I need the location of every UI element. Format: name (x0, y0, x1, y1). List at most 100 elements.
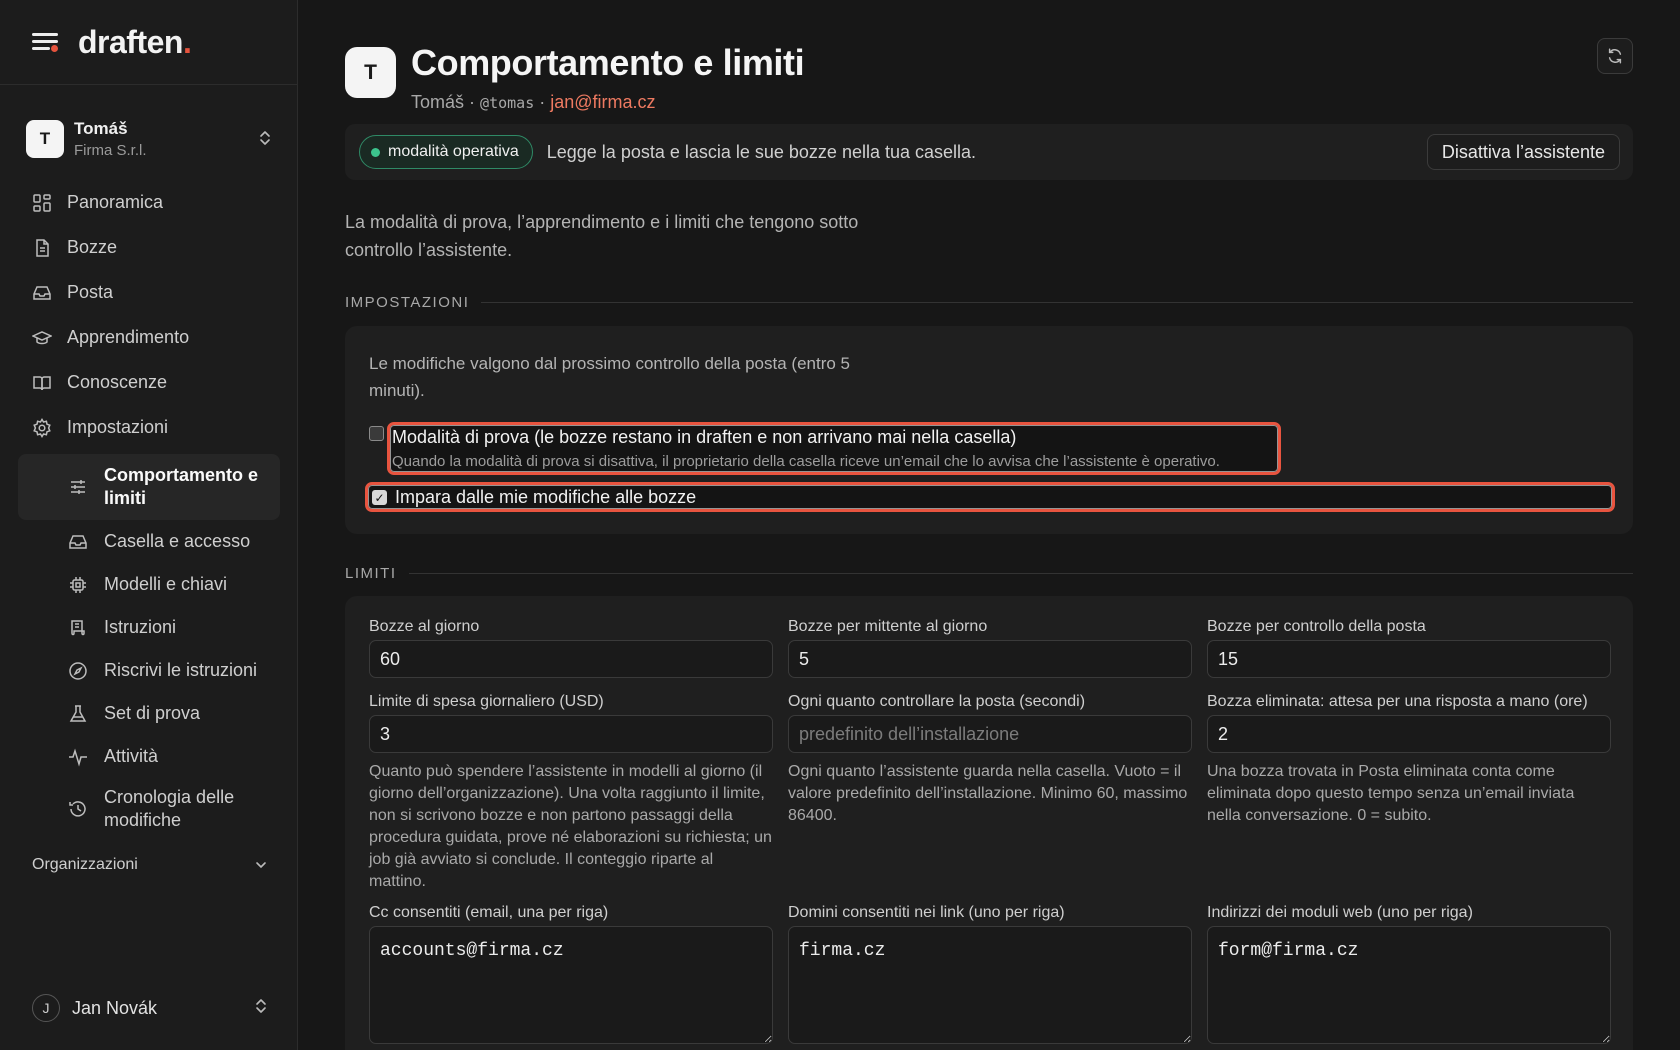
sidebar-item-istruzioni[interactable]: Istruzioni (18, 606, 280, 649)
sidebar-item-label: Cronologia delle modifiche (104, 787, 235, 830)
settings-subnav: Comportamento e limiti Casella e accesso… (18, 454, 280, 840)
organizations-toggle[interactable]: Organizzazioni (32, 856, 268, 874)
sidebar-item-modelli-chiavi[interactable]: Modelli e chiavi (18, 563, 280, 606)
nav-item-posta[interactable]: Posta (18, 270, 280, 315)
chip-icon (70, 576, 86, 593)
deleted-draft-wait-help: Una bozza trovata in Posta eliminata con… (1207, 763, 1575, 824)
nav-item-label: Apprendimento (67, 327, 190, 347)
history-icon (69, 801, 86, 817)
deleted-draft-wait-input[interactable] (1207, 715, 1611, 753)
trial-mode-label-group[interactable]: Modalità di prova (le bozze restano in d… (387, 422, 1281, 475)
document-icon (36, 238, 49, 257)
sidebar-item-riscrivi-istruzioni[interactable]: Riscrivi le istruzioni (18, 649, 280, 692)
drafts-per-sender-field: Bozze per mittente al giorno (788, 618, 1192, 678)
page-intro: La modalità di prova, l’apprendimento e … (345, 212, 859, 260)
org-avatar: T (26, 120, 64, 158)
main-nav: Panoramica Bozze Posta Apprendimento Con… (18, 180, 280, 840)
book-icon (33, 375, 51, 390)
sliders-icon (71, 480, 85, 494)
sidebar-item-label: Casella e accesso (104, 531, 251, 551)
assistant-status-bar: modalità operativa Legge la posta e lasc… (345, 124, 1633, 180)
nav-item-label: Panoramica (67, 192, 164, 212)
org-company: Firma S.r.l. (74, 142, 147, 159)
trial-mode-help: Quando la modalità di prova si disattiva… (392, 453, 1220, 470)
web-forms-textarea[interactable]: form@firma.cz (1207, 926, 1611, 1044)
mailbox-email: jan@firma.cz (550, 92, 656, 112)
user-name: Jan Novák (72, 997, 158, 1018)
daily-spend-field: Limite di spesa giornaliero (USD) Quanto… (369, 693, 773, 893)
drafts-per-day-input[interactable] (369, 640, 773, 678)
drafts-per-check-input[interactable] (1207, 640, 1611, 678)
trial-mode-label: Modalità di prova (le bozze restano in d… (392, 427, 1017, 447)
graduation-cap-icon (32, 330, 52, 344)
sidebar-item-label: Istruzioni (104, 617, 177, 637)
allowed-domains-textarea[interactable]: firma.cz (788, 926, 1192, 1044)
trial-mode-checkbox[interactable] (369, 426, 384, 441)
user-avatar: J (32, 994, 60, 1022)
nav-item-bozze[interactable]: Bozze (18, 225, 280, 270)
nav-item-impostazioni[interactable]: Impostazioni (18, 405, 280, 450)
status-badge: modalità operativa (359, 135, 533, 169)
learn-from-edits-setting[interactable]: ✓ Impara dalle mie modifiche alle bozze (365, 482, 1615, 512)
status-dot-icon (371, 147, 380, 157)
limits-section-heading: LIMITI (345, 565, 1633, 582)
org-switcher[interactable]: T Tomáš Firma S.r.l. (26, 114, 272, 164)
sidebar-item-casella-accesso[interactable]: Casella e accesso (18, 520, 280, 563)
page-subtitle: Tomáš · @tomas · jan@firma.cz (411, 92, 656, 112)
user-switcher[interactable]: J Jan Novák (32, 992, 268, 1024)
deleted-draft-wait-field: Bozza eliminata: attesa per una risposta… (1207, 693, 1611, 827)
menu-icon[interactable] (32, 31, 58, 53)
page-header: T Comportamento e limiti Tomáš · @tomas … (345, 42, 805, 113)
grid-icon (33, 193, 51, 212)
org-name: Tomáš (74, 119, 128, 138)
daily-spend-help: Quanto può spendere l’assistente in mode… (369, 763, 772, 890)
learn-from-edits-checkbox[interactable]: ✓ (372, 490, 387, 505)
allowed-cc-field: Cc consentiti (email, una per riga) acco… (369, 904, 773, 1049)
activity-icon (69, 748, 87, 767)
sidebar-item-label: Modelli e chiavi (104, 574, 228, 594)
nav-item-apprendimento[interactable]: Apprendimento (18, 315, 280, 360)
chevron-updown-icon (258, 129, 272, 149)
sidebar-header: draften. (0, 0, 297, 85)
learn-from-edits-label: Impara dalle mie modifiche alle bozze (395, 487, 697, 507)
sidebar-item-label: Riscrivi le istruzioni (104, 660, 258, 680)
settings-note: Le modifiche valgono dal prossimo contro… (369, 354, 850, 400)
chevron-updown-icon (254, 997, 268, 1020)
inbox-icon (33, 285, 51, 300)
compass-icon (69, 661, 87, 680)
nav-item-label: Impostazioni (67, 417, 169, 437)
poll-interval-help: Ogni quanto l’assistente guarda nella ca… (788, 763, 1188, 824)
status-text: Legge la posta e lascia le sue bozze nel… (546, 141, 977, 162)
nav-item-label: Bozze (67, 237, 118, 257)
drafts-per-day-field: Bozze al giorno (369, 618, 773, 678)
refresh-button[interactable] (1597, 38, 1633, 74)
flask-icon (69, 704, 87, 722)
sidebar-item-cronologia-modifiche[interactable]: Cronologia delle modifiche (18, 778, 280, 840)
inbox-icon (69, 534, 87, 549)
nav-item-label: Posta (67, 282, 114, 302)
page-title: Comportamento e limiti (411, 42, 805, 83)
nav-item-conoscenze[interactable]: Conoscenze (18, 360, 280, 405)
settings-card: Le modifiche valgono dal prossimo contro… (345, 326, 1633, 534)
drafts-per-sender-input[interactable] (788, 640, 1192, 678)
mailbox-avatar: T (345, 47, 396, 98)
sidebar-item-label: Comportamento e limiti (104, 465, 259, 508)
refresh-icon (1608, 48, 1622, 64)
poll-interval-input[interactable] (788, 715, 1192, 753)
sidebar-item-attivita[interactable]: Attività (18, 735, 280, 778)
app-logo[interactable]: draften. (78, 24, 192, 61)
gear-icon (33, 417, 51, 438)
chevron-down-icon (256, 862, 266, 869)
sidebar-item-set-di-prova[interactable]: Set di prova (18, 692, 280, 735)
poll-interval-field: Ogni quanto controllare la posta (second… (788, 693, 1192, 827)
deactivate-assistant-button[interactable]: Disattiva l’assistente (1426, 134, 1620, 170)
nav-item-panoramica[interactable]: Panoramica (18, 180, 280, 225)
organizations-label: Organizzazioni (32, 856, 138, 873)
sidebar-item-comportamento-limiti[interactable]: Comportamento e limiti (18, 454, 280, 520)
sidebar-item-label: Attività (104, 746, 159, 766)
sidebar: draften. T Tomáš Firma S.r.l. Panoramica… (0, 0, 298, 1050)
allowed-domains-field: Domini consentiti nei link (uno per riga… (788, 904, 1192, 1049)
drafts-per-check-field: Bozze per controllo della posta (1207, 618, 1611, 678)
daily-spend-input[interactable] (369, 715, 773, 753)
allowed-cc-textarea[interactable]: accounts@firma.cz (369, 926, 773, 1044)
